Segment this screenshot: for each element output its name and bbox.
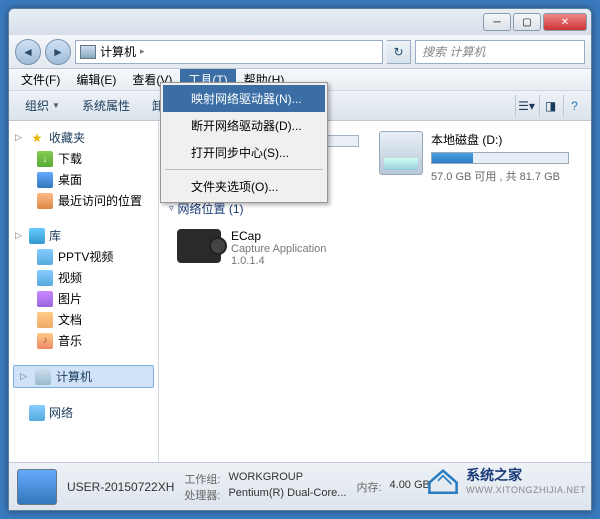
desktop-icon — [37, 172, 53, 188]
status-cpu: Pentium(R) Dual-Core... — [228, 487, 346, 503]
ecap-version: 1.0.1.4 — [231, 255, 326, 267]
tool-sysprops[interactable]: 系统属性 — [72, 94, 140, 117]
watermark-url: WWW.XITONGZHIJIA.NET — [466, 485, 586, 495]
status-mem-label: 内存: — [356, 479, 381, 495]
watermark: 系统之家 WWW.XITONGZHIJIA.NET — [426, 465, 586, 495]
menu-edit[interactable]: 编辑(E) — [68, 69, 124, 90]
network-item-ecap[interactable]: ECap Capture Application 1.0.1.4 — [159, 223, 591, 273]
menu-map-drive[interactable]: 映射网络驱动器(N)... — [163, 85, 325, 112]
status-computername: USER-20150722XH — [67, 480, 174, 494]
refresh-button[interactable]: ↻ — [387, 40, 411, 64]
close-button[interactable]: ✕ — [543, 13, 587, 31]
sidebar-favorites[interactable]: ▷★收藏夹 — [9, 127, 158, 148]
titlebar: ─ ▢ ✕ — [9, 9, 591, 35]
recent-icon — [37, 193, 53, 209]
maximize-button[interactable]: ▢ — [513, 13, 541, 31]
status-workgroup-label: 工作组: — [184, 471, 220, 487]
sidebar-item-music[interactable]: ♪音乐 — [9, 330, 158, 351]
drive-bar — [431, 152, 569, 164]
picture-icon — [37, 291, 53, 307]
address-bar[interactable]: 计算机 ▸ — [75, 40, 383, 64]
drive-icon — [379, 131, 423, 175]
search-input[interactable]: 搜索 计算机 — [415, 40, 585, 64]
ecap-desc: Capture Application — [231, 243, 326, 255]
music-icon: ♪ — [37, 333, 53, 349]
menu-separator — [165, 169, 323, 170]
menu-file[interactable]: 文件(F) — [13, 69, 68, 90]
sidebar-libraries[interactable]: ▷库 — [9, 225, 158, 246]
video-icon — [37, 270, 53, 286]
drive-label: 本地磁盘 (D:) — [431, 131, 569, 148]
tools-dropdown: 映射网络驱动器(N)... 断开网络驱动器(D)... 打开同步中心(S)...… — [160, 82, 328, 203]
chevron-down-icon: ▾ — [529, 99, 535, 113]
sidebar: ▷★收藏夹 ↓下载 桌面 最近访问的位置 ▷库 PPTV视频 视频 图片 文档 … — [9, 121, 159, 462]
sidebar-network[interactable]: 网络 — [9, 402, 158, 423]
sidebar-item-recent[interactable]: 最近访问的位置 — [9, 190, 158, 211]
status-workgroup: WORKGROUP — [228, 471, 303, 487]
menu-sync-center[interactable]: 打开同步中心(S)... — [163, 139, 325, 166]
back-button[interactable]: ◄ — [15, 39, 41, 65]
computer-icon — [35, 369, 51, 385]
menu-disconnect-drive[interactable]: 断开网络驱动器(D)... — [163, 112, 325, 139]
ecap-name: ECap — [231, 229, 326, 243]
camera-icon — [177, 229, 221, 263]
sidebar-item-downloads[interactable]: ↓下载 — [9, 148, 158, 169]
help-button[interactable]: ? — [563, 95, 585, 117]
sidebar-item-documents[interactable]: 文档 — [9, 309, 158, 330]
search-placeholder: 搜索 计算机 — [422, 43, 485, 60]
star-icon: ★ — [29, 130, 45, 146]
forward-button[interactable]: ► — [45, 39, 71, 65]
status-mem: 4.00 GB — [390, 479, 430, 495]
nav-row: ◄ ► 计算机 ▸ ↻ 搜索 计算机 — [9, 35, 591, 69]
computer-icon — [80, 45, 96, 59]
drive-item-d[interactable]: 本地磁盘 (D:) 57.0 GB 可用 , 共 81.7 GB — [379, 131, 569, 184]
drive-fill — [432, 153, 473, 163]
minimize-button[interactable]: ─ — [483, 13, 511, 31]
view-mode-button[interactable]: ☰▾ — [515, 95, 537, 117]
document-icon — [37, 312, 53, 328]
chevron-down-icon: ▼ — [52, 101, 60, 110]
video-icon — [37, 249, 53, 265]
menu-folder-options[interactable]: 文件夹选项(O)... — [163, 173, 325, 200]
sidebar-item-video[interactable]: 视频 — [9, 267, 158, 288]
computer-large-icon — [17, 469, 57, 505]
collapse-icon: ▷ — [15, 132, 25, 143]
watermark-text: 系统之家 — [466, 465, 586, 485]
collapse-icon: ▿ — [169, 203, 174, 214]
collapse-icon: ▷ — [20, 371, 30, 382]
sidebar-item-pictures[interactable]: 图片 — [9, 288, 158, 309]
preview-pane-button[interactable]: ◨ — [539, 95, 561, 117]
sidebar-item-desktop[interactable]: 桌面 — [9, 169, 158, 190]
tool-organize[interactable]: 组织▼ — [15, 94, 70, 117]
status-cpu-label: 处理器: — [184, 487, 220, 503]
watermark-logo-icon — [426, 465, 460, 495]
address-text: 计算机 — [100, 43, 136, 60]
download-icon: ↓ — [37, 151, 53, 167]
sidebar-item-pptv[interactable]: PPTV视频 — [9, 246, 158, 267]
drive-freetext: 57.0 GB 可用 , 共 81.7 GB — [431, 168, 569, 184]
sidebar-computer[interactable]: ▷计算机 — [13, 365, 154, 388]
collapse-icon: ▷ — [15, 230, 25, 241]
library-icon — [29, 228, 45, 244]
breadcrumb-arrow-icon: ▸ — [140, 46, 145, 57]
network-icon — [29, 405, 45, 421]
